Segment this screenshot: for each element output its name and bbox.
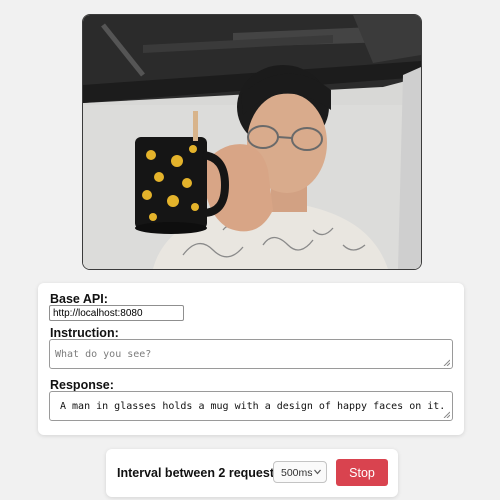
resize-grip-icon[interactable] (443, 411, 450, 418)
stop-button[interactable]: Stop (336, 459, 388, 486)
controls-card: Base API: Instruction: What do you see? … (38, 283, 464, 435)
base-api-input[interactable] (49, 305, 184, 321)
interval-select[interactable]: 500ms (273, 461, 327, 483)
camera-frame-image (83, 15, 421, 269)
response-textarea[interactable]: A man in glasses holds a mug with a desi… (49, 391, 453, 421)
interval-label: Interval between 2 requests: (117, 466, 286, 480)
camera-feed (82, 14, 422, 270)
response-label: Response: (50, 378, 114, 392)
interval-bar: Interval between 2 requests: 500ms Stop (106, 449, 398, 497)
instruction-label: Instruction: (50, 326, 119, 340)
chevron-down-icon (314, 469, 321, 475)
resize-grip-icon[interactable] (443, 359, 450, 366)
instruction-textarea[interactable]: What do you see? (49, 339, 453, 369)
response-text: A man in glasses holds a mug with a desi… (60, 400, 446, 412)
base-api-label: Base API: (50, 292, 108, 306)
interval-selected-value: 500ms (281, 467, 313, 479)
instruction-placeholder: What do you see? (55, 348, 152, 360)
